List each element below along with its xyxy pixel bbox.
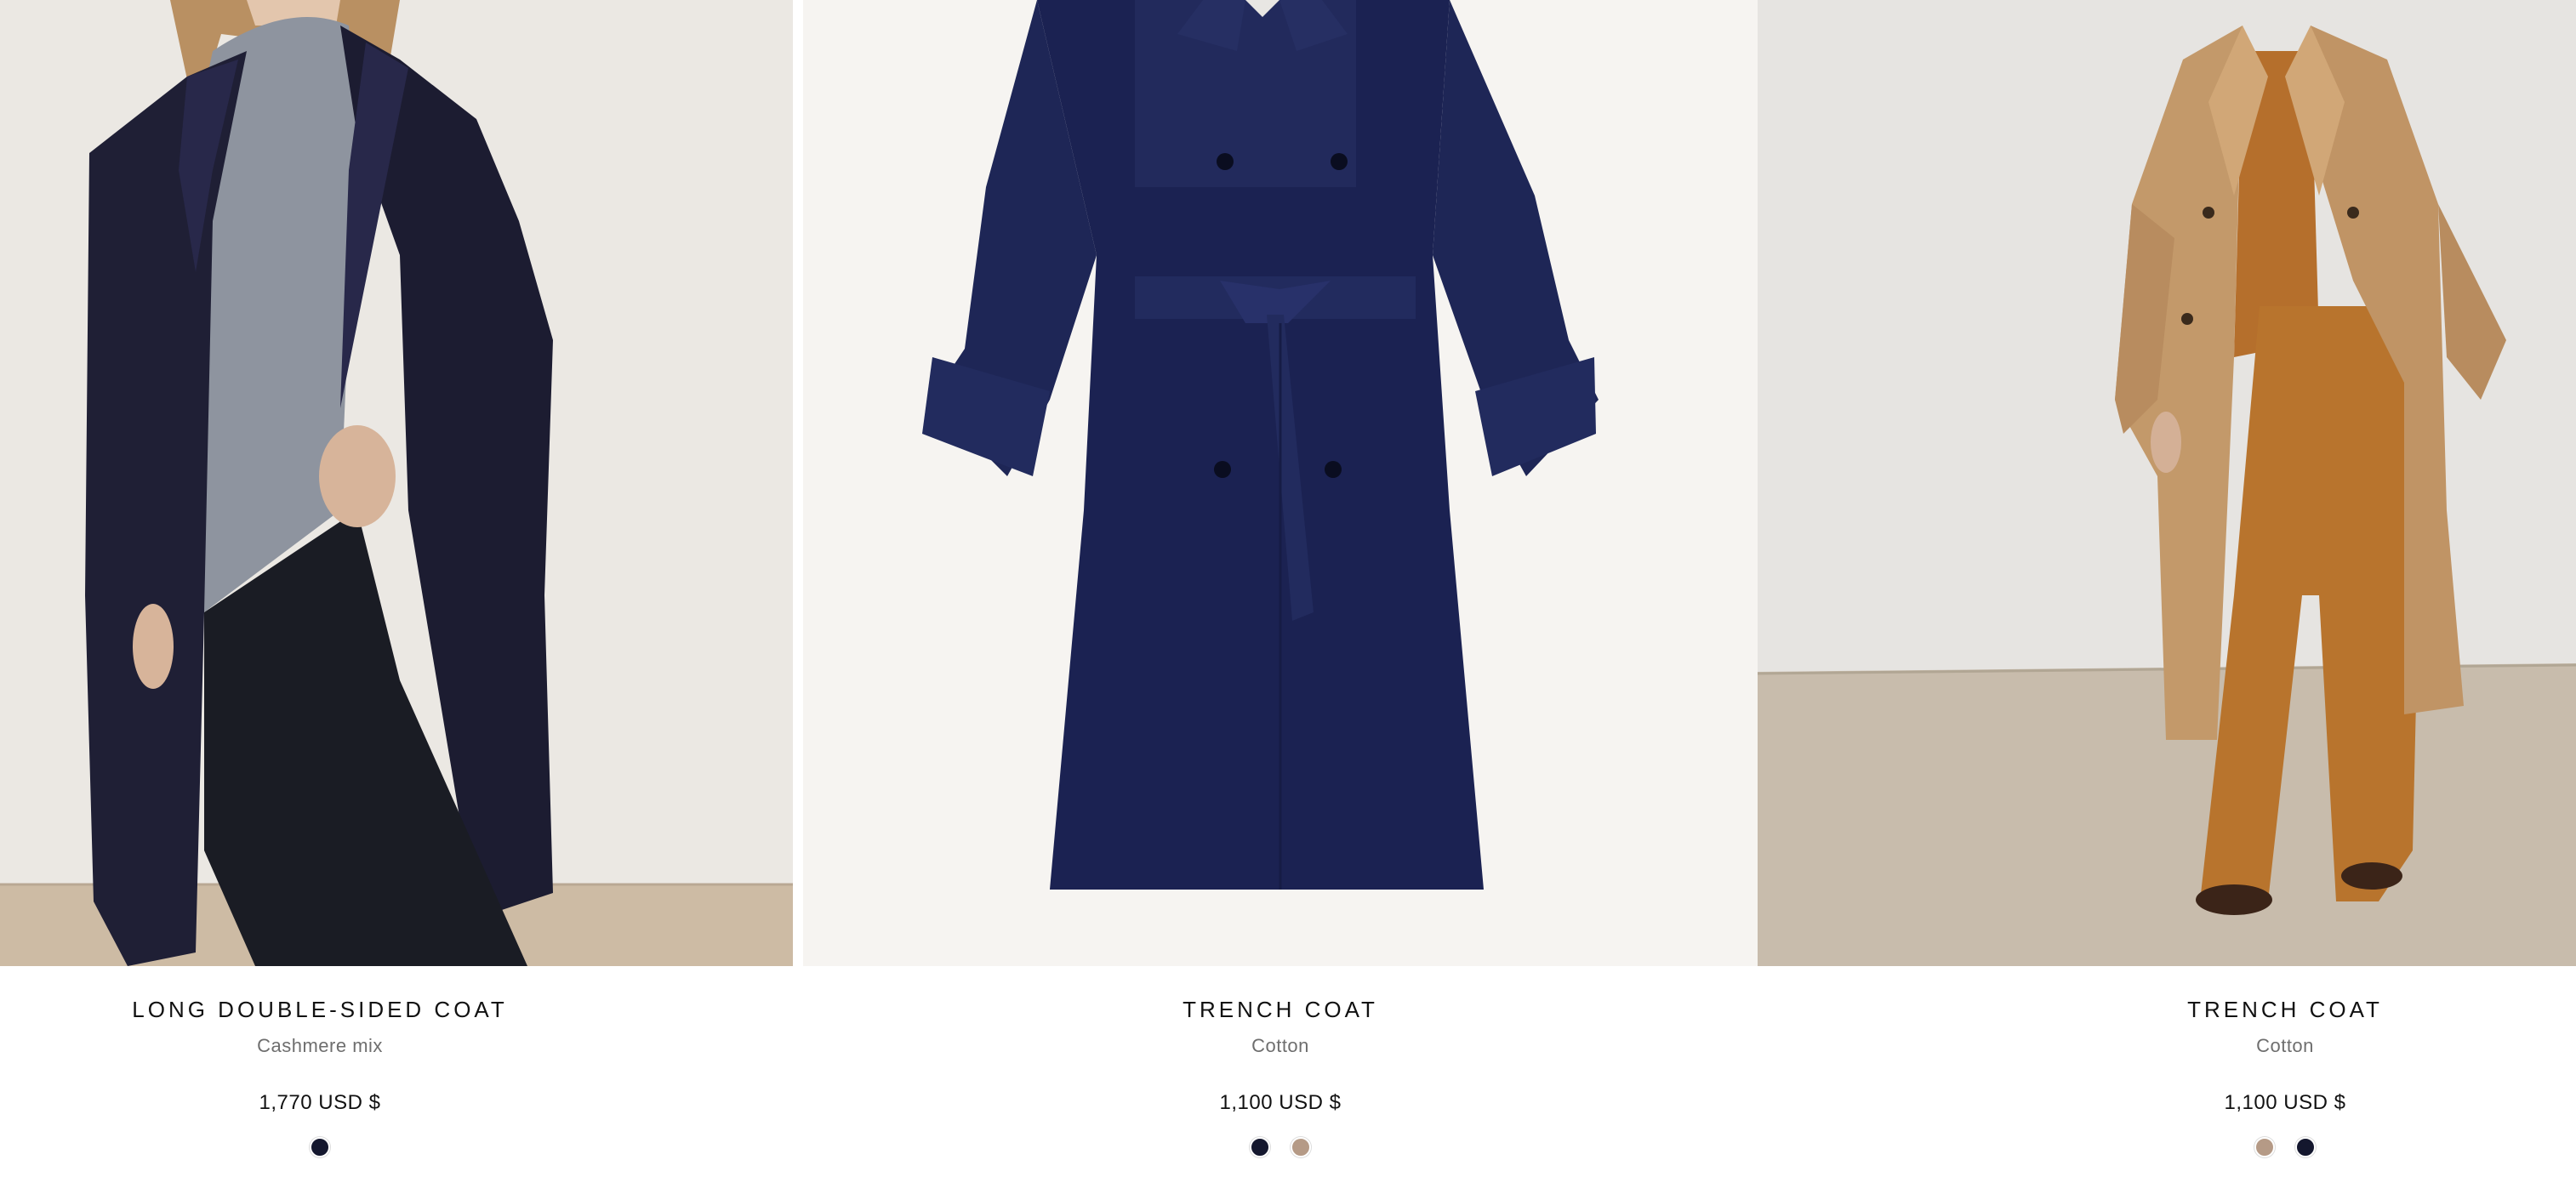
product-name[interactable]: LONG DOUBLE-SIDED COAT bbox=[132, 997, 507, 1023]
product-price: 1,100 USD $ bbox=[2224, 1091, 2346, 1114]
product-photo bbox=[1758, 0, 2576, 966]
product-photo bbox=[0, 0, 793, 966]
product-info: LONG DOUBLE-SIDED COAT Cashmere mix 1,77… bbox=[0, 966, 640, 1177]
color-swatch-beige[interactable] bbox=[2254, 1137, 2275, 1157]
product-price: 1,100 USD $ bbox=[1219, 1091, 1342, 1114]
product-info: TRENCH COAT Cotton 1,100 USD $ bbox=[803, 966, 1758, 1177]
product-image[interactable] bbox=[0, 0, 793, 966]
product-info: TRENCH COAT Cotton 1,100 USD $ bbox=[2016, 966, 2554, 1177]
color-swatches bbox=[1250, 1137, 1311, 1157]
product-photo bbox=[803, 0, 1758, 966]
color-swatch-navy[interactable] bbox=[1250, 1137, 1270, 1157]
product-image[interactable] bbox=[1758, 0, 2576, 966]
product-grid: LONG DOUBLE-SIDED COAT Cashmere mix 1,77… bbox=[0, 0, 2576, 1177]
product-material: Cotton bbox=[2256, 1035, 2314, 1056]
product-name[interactable]: TRENCH COAT bbox=[2187, 997, 2383, 1023]
product-material: Cashmere mix bbox=[257, 1035, 383, 1056]
product-card[interactable]: TRENCH COAT Cotton 1,100 USD $ bbox=[803, 0, 1758, 1177]
product-name[interactable]: TRENCH COAT bbox=[1183, 997, 1378, 1023]
product-card[interactable]: TRENCH COAT Cotton 1,100 USD $ bbox=[1758, 0, 2576, 1177]
color-swatch-navy[interactable] bbox=[2295, 1137, 2316, 1157]
color-swatch-beige[interactable] bbox=[1291, 1137, 1311, 1157]
product-material: Cotton bbox=[1251, 1035, 1309, 1056]
color-swatches bbox=[310, 1137, 330, 1157]
product-image[interactable] bbox=[803, 0, 1758, 966]
color-swatch-navy[interactable] bbox=[310, 1137, 330, 1157]
product-card[interactable]: LONG DOUBLE-SIDED COAT Cashmere mix 1,77… bbox=[0, 0, 793, 1177]
color-swatches bbox=[2254, 1137, 2316, 1157]
product-price: 1,770 USD $ bbox=[259, 1091, 381, 1114]
